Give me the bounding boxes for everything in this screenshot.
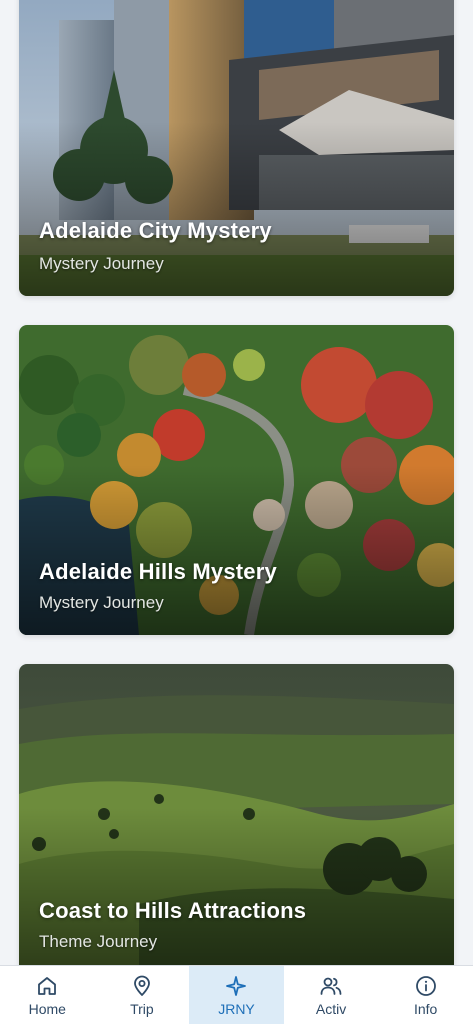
tab-label-info: Info <box>413 1000 438 1017</box>
home-icon <box>38 976 57 995</box>
app-root: Adelaide City Mystery Mystery Journey Ad… <box>0 0 473 1024</box>
tab-label-trip: Trip <box>130 1000 154 1017</box>
tab-jrny[interactable]: JRNY <box>189 966 284 1024</box>
tab-home[interactable]: Home <box>0 966 95 1024</box>
bottom-tab-bar: Home Trip JRNY Activ Info <box>0 965 473 1024</box>
journey-title: Adelaide City Mystery <box>39 218 272 243</box>
tab-trip[interactable]: Trip <box>95 966 190 1024</box>
tab-activ[interactable]: Activ <box>284 966 379 1024</box>
journey-type: Mystery Journey <box>39 593 164 612</box>
journey-type: Theme Journey <box>39 932 158 951</box>
tab-info[interactable]: Info <box>378 966 473 1024</box>
journey-card-adelaide-city[interactable]: Adelaide City Mystery Mystery Journey <box>19 0 454 296</box>
map-pin-icon <box>133 975 150 996</box>
journey-title: Coast to Hills Attractions <box>39 898 307 923</box>
journey-type: Mystery Journey <box>39 254 164 273</box>
journey-title: Adelaide Hills Mystery <box>39 559 277 584</box>
journey-card-adelaide-hills[interactable]: Adelaide Hills Mystery Mystery Journey <box>19 325 454 635</box>
tab-label-home: Home <box>28 1000 66 1017</box>
tab-label-jrny: JRNY <box>218 1000 255 1017</box>
journey-card-coast-to-hills[interactable]: Coast to Hills Attractions Theme Journey <box>19 664 454 965</box>
info-icon <box>415 975 436 996</box>
journey-list[interactable]: Adelaide City Mystery Mystery Journey Ad… <box>0 0 473 965</box>
sparkle-icon <box>226 975 247 996</box>
tab-label-activ: Activ <box>315 1000 347 1017</box>
users-icon <box>320 977 342 995</box>
